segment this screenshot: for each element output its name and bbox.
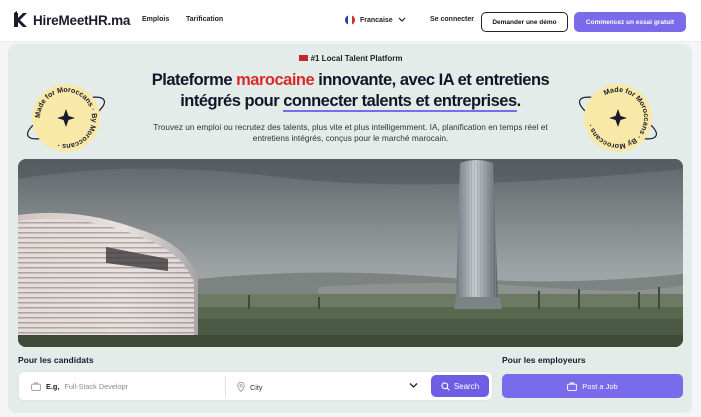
job-title-input[interactable]: E.g, Full-Stack Developr xyxy=(31,382,128,391)
headline-part: innovante, avec IA et entretiens xyxy=(314,71,550,89)
field-divider xyxy=(225,376,226,398)
briefcase-icon xyxy=(567,382,578,391)
login-link[interactable]: Se connecter xyxy=(430,16,474,23)
made-for-moroccans-seal-icon: Made for Moroccans · By Moroccans · xyxy=(26,84,106,152)
headline-underlined: connecter talents et entreprises xyxy=(283,92,517,112)
briefcase-icon xyxy=(31,382,41,391)
made-for-moroccans-seal-icon: Made for Moroccans · By Moroccans · xyxy=(578,78,658,158)
candidates-label: Pour les candidats xyxy=(18,355,94,365)
job-placeholder: Full-Stack Developr xyxy=(64,382,129,391)
morocco-flag-icon xyxy=(298,54,308,61)
headline-highlight: marocaine xyxy=(236,71,315,89)
location-pin-icon xyxy=(237,382,245,392)
nav-link-emplois[interactable]: Emplois xyxy=(142,16,169,23)
post-job-label: Post a Job xyxy=(582,381,618,391)
chevron-down-icon xyxy=(398,17,406,22)
hero-badge-text: #1 Local Talent Platform xyxy=(310,54,403,63)
headline-part: . xyxy=(516,92,522,110)
headline-part: intégrés pour xyxy=(180,92,284,110)
hero-badge: #1 Local Talent Platform xyxy=(0,54,701,63)
brand-logo[interactable]: HireMeetHR.ma xyxy=(12,11,130,29)
logo-icon xyxy=(14,11,27,27)
hero-subtitle: Trouvez un emploi ou recrutez des talent… xyxy=(153,122,548,143)
brand-name: HireMeetHR.ma xyxy=(33,12,131,28)
nav-link-tarification[interactable]: Tarification xyxy=(186,16,223,23)
city-select[interactable]: City xyxy=(237,382,263,392)
free-trial-button[interactable]: Commencez un essai gratuit xyxy=(574,12,686,32)
city-placeholder: City xyxy=(250,382,263,392)
headline-part: Plateforme xyxy=(151,71,237,89)
top-navigation: HireMeetHR.ma Emplois Tarification Franc… xyxy=(0,0,701,42)
hero-cityscape-image xyxy=(18,159,683,347)
chevron-down-icon[interactable] xyxy=(409,382,418,389)
request-demo-button[interactable]: Demander une démo xyxy=(481,12,568,32)
search-button[interactable]: Search xyxy=(431,375,489,397)
search-icon xyxy=(441,381,450,391)
language-selector[interactable]: Francaise xyxy=(345,15,406,25)
employers-label: Pour les employeurs xyxy=(502,355,586,365)
search-button-label: Search xyxy=(453,381,480,391)
post-job-button[interactable]: Post a Job xyxy=(502,374,683,398)
job-placeholder-prefix: E.g, xyxy=(46,382,60,391)
france-flag-icon xyxy=(345,15,355,25)
job-search-bar: E.g, Full-Stack Developr City Search xyxy=(18,371,493,401)
language-label: Francaise xyxy=(360,16,393,24)
